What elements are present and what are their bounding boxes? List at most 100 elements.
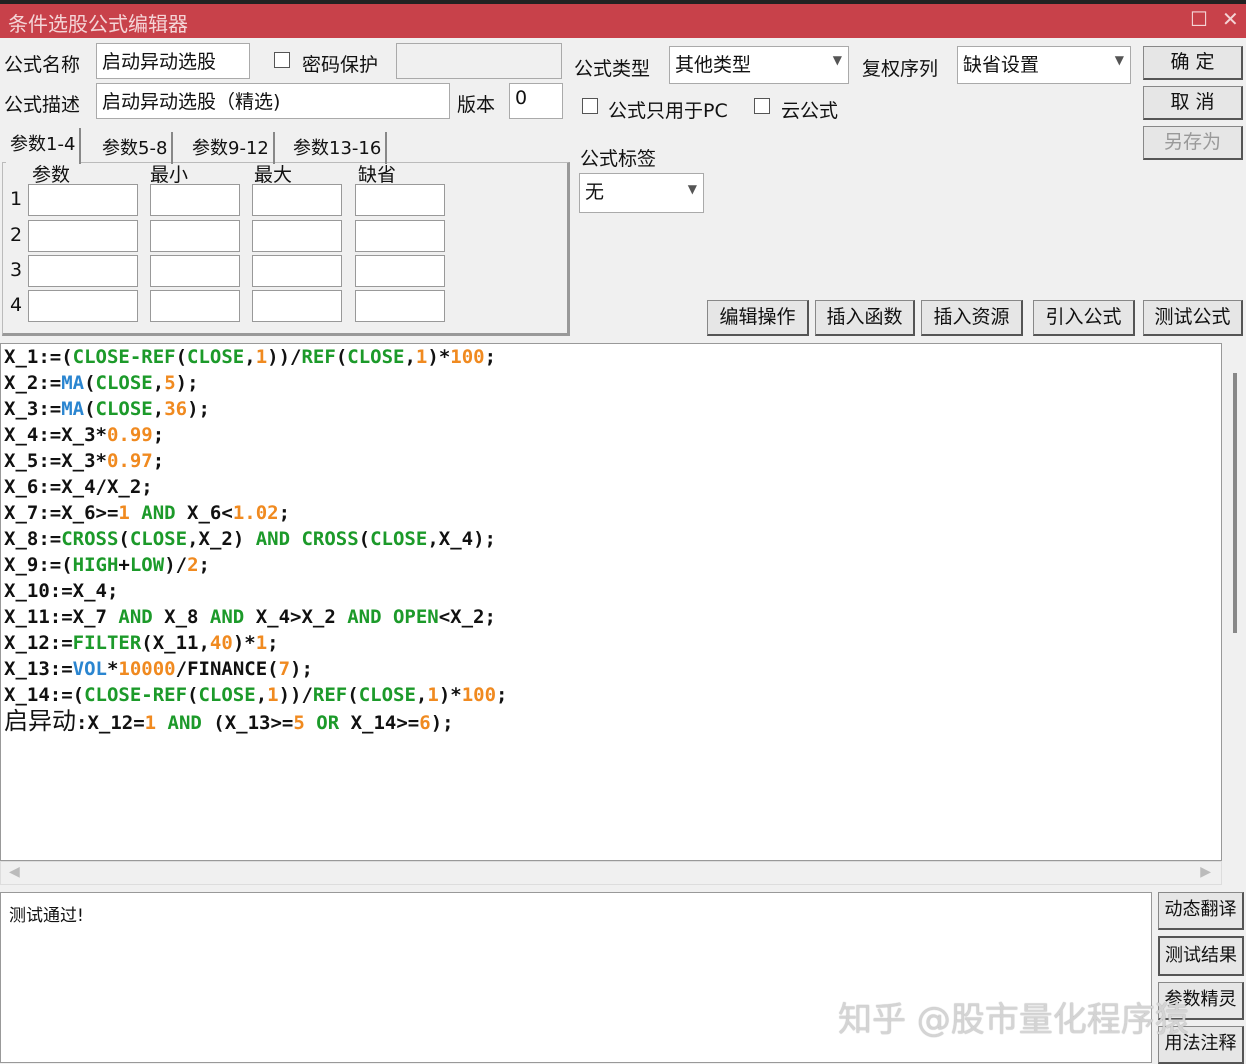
code-token: * (106, 658, 119, 680)
param-max-input[interactable] (252, 255, 342, 287)
param-row-number: 1 (10, 188, 23, 210)
formula-name-label: 公式名称 (4, 54, 81, 76)
scroll-left-icon[interactable]: ◀ (9, 864, 20, 880)
code-token: X_2:= (4, 372, 62, 394)
keyword-token: CLOSE (187, 346, 245, 368)
fuquan-value: 缺省设置 (963, 54, 1040, 76)
fuquan-select[interactable]: 缺省设置 ▼ (957, 46, 1131, 84)
param-max-input[interactable] (252, 184, 342, 216)
param-min-input[interactable] (150, 255, 240, 287)
code-token: <X_2; (438, 606, 496, 628)
param-row-number: 3 (10, 259, 23, 281)
version-input[interactable]: 0 (509, 83, 563, 119)
number-token: 1 (118, 502, 130, 524)
test-formula-button[interactable]: 测试公式 (1143, 300, 1243, 336)
code-token: ,X_4); (427, 528, 496, 550)
code-token: (X_13>= (213, 712, 294, 734)
code-token: )* (232, 632, 256, 654)
insert-resource-button[interactable]: 插入资源 (921, 300, 1023, 336)
code-token: X_9:=( (4, 554, 73, 576)
password-label: 密码保护 (302, 54, 379, 76)
param-header-max: 最大 (254, 164, 293, 186)
param-min-input[interactable] (150, 220, 240, 252)
number-token: 1 (415, 346, 428, 368)
code-editor[interactable]: X_1:=(CLOSE-REF(CLOSE,1))/REF(CLOSE,1)*1… (0, 343, 1222, 861)
formula-desc-input[interactable]: 启动异动选股（精选) (96, 83, 450, 119)
param-name-input[interactable] (28, 220, 138, 252)
code-line: X_8:=CROSS(CLOSE,X_2) AND CROSS(CLOSE,X_… (4, 526, 1221, 552)
keyword-token: AND CROSS (255, 528, 359, 550)
param-max-input[interactable] (252, 220, 342, 252)
insert-function-button[interactable]: 插入函数 (815, 300, 915, 336)
code-token: X_1:=( (4, 346, 73, 368)
code-line: X_10:=X_4; (4, 578, 1221, 604)
param-default-input[interactable] (355, 220, 445, 252)
formula-tag-select[interactable]: 无 ▼ (579, 173, 704, 213)
keyword-token: REF (301, 346, 336, 368)
horizontal-scrollbar[interactable]: ◀ ▶ (0, 861, 1222, 885)
code-token: )* (427, 346, 451, 368)
param-default-input[interactable] (355, 290, 445, 322)
code-token: ); (175, 372, 199, 394)
code-token: ( (84, 398, 96, 420)
code-token: ( (118, 528, 130, 550)
number-token: 1 (255, 632, 268, 654)
edit-ops-button[interactable]: 编辑操作 (707, 300, 809, 336)
formula-name-input[interactable]: 启动异动选股 (96, 43, 250, 79)
param-default-input[interactable] (355, 255, 445, 287)
param-row-number: 2 (10, 224, 23, 246)
password-checkbox[interactable] (274, 52, 290, 68)
param-min-input[interactable] (150, 290, 240, 322)
keyword-token: HIGH (72, 554, 119, 576)
keyword-token: CLOSE (129, 528, 188, 550)
restore-button[interactable]: ☐ (1190, 7, 1208, 31)
param-name-input[interactable] (28, 290, 138, 322)
code-token: X_7:=X_6>= (4, 502, 119, 524)
code-token: ( (347, 684, 359, 706)
code-token: , (244, 346, 256, 368)
param-min-input[interactable] (150, 184, 240, 216)
formula-type-select[interactable]: 其他类型 ▼ (669, 46, 849, 84)
formula-tag-label: 公式标签 (580, 148, 657, 170)
code-token: ( (84, 372, 96, 394)
param-max-input[interactable] (252, 290, 342, 322)
formula-desc-label: 公式描述 (4, 94, 81, 116)
code-token: ))/ (278, 684, 313, 706)
cancel-button[interactable]: 取 消 (1143, 86, 1243, 120)
save-as-button[interactable]: 另存为 (1143, 126, 1243, 160)
pc-only-checkbox[interactable] (582, 98, 598, 114)
param-default-input[interactable] (355, 184, 445, 216)
scrollbar-thumb[interactable] (1233, 373, 1237, 633)
number-token: 36 (164, 398, 188, 420)
keyword-token: CLOSE (95, 372, 153, 394)
number-token: 1 (267, 684, 279, 706)
code-token: X_8 (152, 606, 210, 628)
scroll-right-icon[interactable]: ▶ (1200, 864, 1211, 880)
keyword-token: CLOSE-REF (72, 346, 176, 368)
code-token: X_14>= (350, 712, 420, 734)
ok-button[interactable]: 确 定 (1143, 46, 1243, 80)
code-token: X_13:= (4, 658, 73, 680)
password-input[interactable] (396, 43, 562, 79)
number-token: 1 (427, 684, 439, 706)
code-token: , (152, 398, 165, 420)
translate-button[interactable]: 动态翻译 (1158, 892, 1244, 930)
keyword-token: CLOSE (358, 684, 416, 706)
code-token: ); (290, 658, 313, 680)
import-formula-button[interactable]: 引入公式 (1033, 300, 1135, 336)
code-token: X_11:=X_7 (4, 606, 119, 628)
keyword-token: REF (312, 684, 348, 706)
output-name-token: 启异动 (4, 707, 76, 735)
cloud-checkbox[interactable] (754, 98, 770, 114)
vertical-scrollbar[interactable] (1222, 343, 1246, 861)
tab-params-1-4[interactable]: 参数1-4 (6, 128, 82, 164)
code-token: + (118, 554, 130, 576)
code-token: X_3:= (4, 398, 62, 420)
param-name-input[interactable] (28, 184, 138, 216)
test-result-button[interactable]: 测试结果 (1158, 936, 1244, 976)
formula-tag-value: 无 (585, 181, 605, 203)
param-name-input[interactable] (28, 255, 138, 287)
close-button[interactable]: ✕ (1222, 7, 1239, 31)
formula-type-value: 其他类型 (675, 54, 752, 76)
keyword-token: FILTER (72, 632, 142, 654)
